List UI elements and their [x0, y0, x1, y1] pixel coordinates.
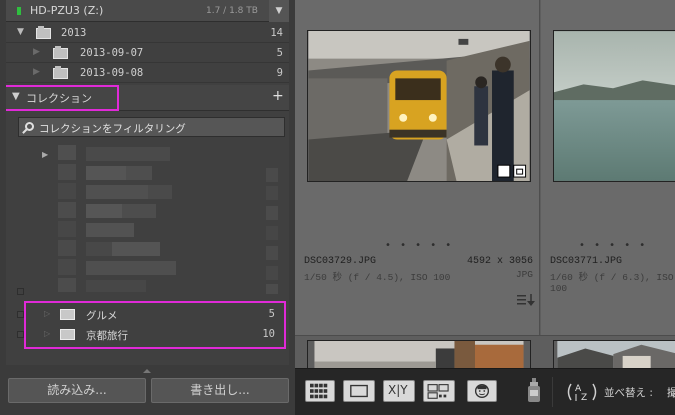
collection-checkbox[interactable] — [17, 331, 24, 338]
photo-filename: DSC03771.JPG — [550, 256, 623, 267]
photo-grid: • • • • • DSC03729.JPG 4592 x 3056 1/50 … — [295, 0, 675, 368]
survey-view-icon[interactable] — [423, 380, 455, 402]
disclosure-open-icon[interactable]: ▼ — [17, 27, 24, 37]
grid-view-icon[interactable] — [305, 380, 335, 402]
photo-metadata: DSC03771.JPG 1/60 秒 (f / 6.3), ISO 100 — [550, 256, 675, 294]
folder-label: 2013 — [61, 27, 87, 39]
chevron-down-icon[interactable]: ▼ — [269, 0, 289, 22]
sort-criterion-dropdown[interactable]: 撮 — [667, 385, 675, 400]
compare-view-button[interactable]: X|Y — [383, 380, 415, 402]
grid-cell[interactable]: • • • • • DSC03771.JPG 1/60 秒 (f / 6.3),… — [541, 0, 675, 335]
row-divider — [295, 335, 675, 336]
library-toolbar: X|Y A Z 並べ替え : 撮 — [295, 368, 675, 415]
folder-count: 9 — [276, 67, 283, 79]
grid-cell[interactable]: • • • • • DSC03729.JPG 4592 x 3056 1/50 … — [295, 0, 540, 335]
collection-filter-input[interactable]: コレクションをフィルタリング — [18, 117, 285, 137]
export-button[interactable]: 書き出し... — [151, 378, 289, 403]
folder-icon — [53, 46, 68, 59]
add-collection-icon[interactable]: + — [272, 88, 284, 104]
search-icon — [25, 122, 34, 131]
toolbar-divider — [552, 377, 553, 407]
photo-metadata: DSC03729.JPG 4592 x 3056 1/50 秒 (f / 4.5… — [304, 256, 533, 292]
drive-name: HD-PZU3 (Z:) — [30, 4, 104, 17]
photo-thumbnail-street[interactable] — [307, 340, 531, 368]
folder-count: 5 — [276, 47, 283, 59]
sort-direction-icon[interactable]: A Z — [565, 381, 599, 403]
highlight-collections-title — [6, 85, 119, 111]
disclosure-closed-icon[interactable]: ▶ — [33, 47, 40, 57]
svg-text:Z: Z — [581, 393, 587, 403]
photo-exposure: 1/60 秒 (f / 6.3), ISO 100 — [550, 272, 674, 294]
filter-placeholder: コレクションをフィルタリング — [39, 123, 186, 135]
folder-label: 2013-09-08 — [80, 67, 144, 79]
folder-icon — [53, 66, 68, 79]
panel-resize-grip-icon[interactable] — [143, 369, 151, 373]
rating-dots[interactable]: • • • • • — [385, 240, 454, 251]
photo-filename: DSC03729.JPG — [304, 256, 377, 267]
sort-label: 並べ替え : — [604, 387, 653, 399]
drive-capacity: 1.7 / 1.8 TB — [206, 6, 258, 16]
drive-status-led — [17, 7, 21, 15]
photo-thumbnail-houses[interactable] — [553, 340, 675, 368]
folder-row-2013-09-07[interactable]: ▶ 2013-09-07 5 — [6, 44, 289, 63]
disclosure-closed-icon[interactable]: ▶ — [42, 150, 48, 159]
highlight-collection-items — [24, 301, 286, 349]
spray-can-icon[interactable] — [527, 378, 541, 404]
folder-count: 14 — [270, 27, 283, 39]
folder-icon — [36, 26, 51, 39]
rating-dots[interactable]: • • • • • — [579, 240, 648, 251]
loupe-view-icon[interactable] — [343, 380, 375, 402]
metadata-sort-icon[interactable] — [517, 294, 537, 306]
folders-collections-panel: HD-PZU3 (Z:) 1.7 / 1.8 TB ▼ ▼ 2013 14 ▶ … — [6, 0, 289, 365]
folder-label: 2013-09-07 — [80, 47, 144, 59]
drive-header[interactable]: HD-PZU3 (Z:) 1.7 / 1.8 TB ▼ — [6, 0, 289, 22]
photo-exposure: 1/50 秒 (f / 4.5), ISO 100 — [304, 272, 451, 283]
left-panel: HD-PZU3 (Z:) 1.7 / 1.8 TB ▼ ▼ 2013 14 ▶ … — [0, 0, 295, 415]
photo-extension: JPG — [515, 269, 533, 280]
folder-row-2013[interactable]: ▼ 2013 14 — [6, 24, 289, 43]
disclosure-closed-icon[interactable]: ▶ — [33, 67, 40, 77]
collection-checkbox[interactable] — [17, 311, 24, 318]
import-button[interactable]: 読み込み... — [8, 378, 146, 403]
people-view-icon[interactable] — [467, 380, 497, 402]
photo-dimensions: 4592 x 3056 — [466, 256, 533, 267]
compare-view-label: X|Y — [388, 383, 408, 397]
photo-thumbnail-lake[interactable] — [553, 30, 675, 182]
photo-thumbnail-train-station[interactable] — [307, 30, 531, 182]
folder-row-2013-09-08[interactable]: ▶ 2013-09-08 9 — [6, 64, 289, 83]
